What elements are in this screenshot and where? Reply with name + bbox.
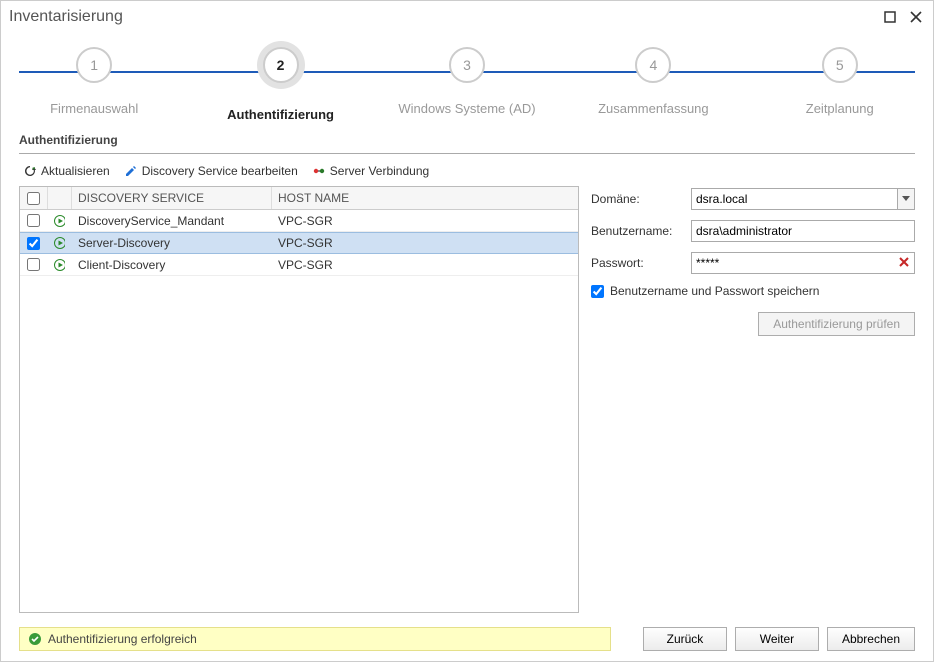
divider — [19, 153, 915, 154]
maximize-icon — [884, 11, 896, 23]
close-button[interactable] — [907, 8, 925, 26]
status-text: Authentifizierung erfolgreich — [48, 632, 197, 646]
clear-x-icon — [897, 255, 911, 269]
play-icon[interactable] — [54, 215, 65, 227]
titlebar: Inventarisierung — [1, 1, 933, 33]
step-circle: 1 — [76, 47, 112, 83]
chevron-down-icon — [902, 196, 910, 202]
row-service: Server-Discovery — [72, 233, 272, 253]
stepper: 1 Firmenauswahl 2 Authentifizierung 3 Windows… — [1, 33, 933, 125]
grid-header-checkbox[interactable] — [20, 187, 48, 209]
close-icon — [910, 11, 922, 23]
table-row[interactable]: Server-DiscoveryVPC-SGR — [20, 232, 578, 254]
row-host: VPC-SGR — [272, 210, 578, 231]
refresh-icon — [23, 164, 37, 178]
window-title: Inventarisierung — [9, 8, 873, 26]
status-bar: Authentifizierung erfolgreich — [19, 627, 611, 651]
wizard-window: Inventarisierung 1 Firmenauswahl 2 Authenti… — [0, 0, 934, 662]
username-label: Benutzername: — [591, 224, 691, 238]
row-checkbox-cell — [20, 233, 48, 253]
grid-body: DiscoveryService_MandantVPC-SGRServer-Di… — [20, 210, 578, 612]
cancel-button[interactable]: Abbrechen — [827, 627, 915, 651]
row-checkbox-cell — [20, 254, 48, 275]
table-row[interactable]: Client-DiscoveryVPC-SGR — [20, 254, 578, 276]
step-label: Windows Systeme (AD) — [398, 101, 535, 116]
step-3[interactable]: 3 Windows Systeme (AD) — [377, 47, 557, 122]
pencil-icon — [124, 164, 138, 178]
back-button[interactable]: Zurück — [643, 627, 727, 651]
row-play-cell — [48, 233, 72, 253]
step-circle: 5 — [822, 47, 858, 83]
clear-password-button[interactable] — [897, 255, 911, 272]
select-all-checkbox[interactable] — [27, 192, 40, 205]
password-input[interactable] — [691, 252, 915, 274]
save-credentials-label: Benutzername und Passwort speichern — [610, 284, 819, 298]
auth-form: Domäne: Benutzername: Passwort: — [591, 186, 915, 613]
row-checkbox-cell — [20, 210, 48, 231]
step-circle: 3 — [449, 47, 485, 83]
grid-header-service[interactable]: DISCOVERY SERVICE — [72, 187, 272, 209]
domain-dropdown-button[interactable] — [897, 188, 915, 210]
next-button[interactable]: Weiter — [735, 627, 819, 651]
step-circle: 2 — [257, 41, 305, 89]
row-play-cell — [48, 254, 72, 275]
table-row[interactable]: DiscoveryService_MandantVPC-SGR — [20, 210, 578, 232]
grid-header-play — [48, 187, 72, 209]
step-number: 2 — [263, 47, 299, 83]
refresh-button[interactable]: Aktualisieren — [23, 164, 110, 178]
password-label: Passwort: — [591, 256, 691, 270]
footer: Authentifizierung erfolgreich Zurück Wei… — [1, 621, 933, 661]
grid-header: DISCOVERY SERVICE HOST NAME — [20, 187, 578, 210]
grid-header-host[interactable]: HOST NAME — [272, 187, 578, 209]
row-service: DiscoveryService_Mandant — [72, 210, 272, 231]
domain-input[interactable] — [691, 188, 897, 210]
play-icon[interactable] — [54, 259, 65, 271]
step-2[interactable]: 2 Authentifizierung — [191, 47, 371, 122]
maximize-button[interactable] — [881, 8, 899, 26]
edit-discovery-label: Discovery Service bearbeiten — [142, 164, 298, 178]
server-connection-icon — [312, 164, 326, 178]
row-play-cell — [48, 210, 72, 231]
row-host: VPC-SGR — [272, 254, 578, 275]
verify-auth-button[interactable]: Authentifizierung prüfen — [758, 312, 915, 336]
row-host: VPC-SGR — [272, 233, 578, 253]
step-circle: 4 — [635, 47, 671, 83]
step-label: Firmenauswahl — [50, 101, 138, 116]
refresh-label: Aktualisieren — [41, 164, 110, 178]
step-label: Authentifizierung — [227, 107, 334, 122]
section-title: Authentifizierung — [19, 125, 915, 151]
step-label: Zeitplanung — [806, 101, 874, 116]
success-icon — [28, 632, 42, 646]
row-checkbox[interactable] — [27, 237, 40, 250]
row-service: Client-Discovery — [72, 254, 272, 275]
step-4[interactable]: 4 Zusammenfassung — [563, 47, 743, 122]
play-icon[interactable] — [54, 237, 65, 249]
row-checkbox[interactable] — [27, 214, 40, 227]
content-area: Authentifizierung Aktualisieren Discover… — [1, 125, 933, 621]
discovery-grid[interactable]: DISCOVERY SERVICE HOST NAME DiscoverySer… — [19, 186, 579, 613]
step-label: Zusammenfassung — [598, 101, 709, 116]
save-credentials-checkbox[interactable] — [591, 285, 604, 298]
edit-discovery-button[interactable]: Discovery Service bearbeiten — [124, 164, 298, 178]
server-connection-label: Server Verbindung — [330, 164, 429, 178]
server-connection-button[interactable]: Server Verbindung — [312, 164, 429, 178]
step-5[interactable]: 5 Zeitplanung — [750, 47, 930, 122]
username-input[interactable] — [691, 220, 915, 242]
row-checkbox[interactable] — [27, 258, 40, 271]
toolbar: Aktualisieren Discovery Service bearbeit… — [19, 164, 915, 186]
step-1[interactable]: 1 Firmenauswahl — [4, 47, 184, 122]
domain-label: Domäne: — [591, 192, 691, 206]
